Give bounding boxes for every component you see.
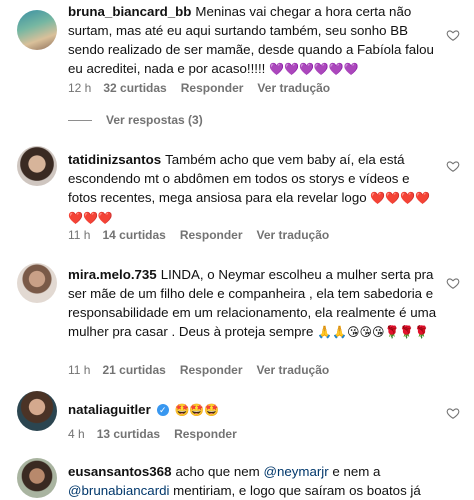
translate-button[interactable]: Ver tradução bbox=[257, 228, 330, 242]
verified-badge-icon: ✓ bbox=[156, 404, 169, 417]
reply-button[interactable]: Responder bbox=[174, 427, 237, 441]
comment-emojis: 🙏🙏😘😘😘🌹🌹🌹 bbox=[317, 325, 430, 339]
comment-username[interactable]: nataliaguitler bbox=[68, 402, 151, 417]
comment-text: mentiriam, e logo que saíram os boatos j… bbox=[173, 483, 421, 498]
comment-text: e nem a bbox=[332, 464, 381, 479]
comment-likes[interactable]: 21 curtidas bbox=[102, 363, 165, 377]
comment-username[interactable]: bruna_biancard_bb bbox=[68, 4, 191, 19]
comment-meta: 11 h 21 curtidas Responder Ver tradução bbox=[68, 363, 343, 377]
avatar[interactable] bbox=[17, 391, 57, 431]
avatar[interactable] bbox=[17, 146, 57, 186]
avatar[interactable] bbox=[17, 10, 57, 50]
like-heart-icon[interactable] bbox=[446, 28, 460, 42]
replies-divider bbox=[68, 120, 92, 122]
translate-button[interactable]: Ver tradução bbox=[257, 81, 330, 95]
comment-time: 11 h bbox=[68, 363, 91, 377]
comment-likes[interactable]: 32 curtidas bbox=[103, 81, 166, 95]
avatar[interactable] bbox=[17, 263, 57, 303]
comment-time: 12 h bbox=[68, 81, 92, 95]
comment-likes[interactable]: 13 curtidas bbox=[97, 427, 160, 441]
comment-emojis: 🤩🤩🤩 bbox=[174, 403, 220, 417]
comment-username[interactable]: tatidinizsantos bbox=[68, 152, 161, 167]
comment-emojis: 💜💜💜💜💜💜 bbox=[269, 62, 359, 76]
avatar[interactable] bbox=[17, 458, 57, 498]
mention-link[interactable]: @neymarjr bbox=[263, 464, 328, 479]
comment-meta: 12 h 32 curtidas Responder Ver tradução bbox=[68, 81, 344, 95]
view-replies-button[interactable]: Ver respostas (3) bbox=[68, 113, 203, 127]
comment-likes[interactable]: 14 curtidas bbox=[102, 228, 165, 242]
comment-time: 4 h bbox=[68, 427, 85, 441]
like-heart-icon[interactable] bbox=[446, 159, 460, 173]
view-replies-label: Ver respostas (3) bbox=[106, 113, 203, 127]
comment-username[interactable]: mira.melo.735 bbox=[68, 267, 157, 282]
reply-button[interactable]: Responder bbox=[180, 228, 243, 242]
comment-meta: 4 h 13 curtidas Responder bbox=[68, 427, 251, 441]
mention-link[interactable]: @brunabiancardi bbox=[68, 483, 169, 498]
translate-button[interactable]: Ver tradução bbox=[257, 363, 330, 377]
comment-text: acho que nem bbox=[175, 464, 260, 479]
comment-meta: 11 h 14 curtidas Responder Ver tradução bbox=[68, 228, 343, 242]
reply-button[interactable]: Responder bbox=[181, 81, 244, 95]
reply-button[interactable]: Responder bbox=[180, 363, 243, 377]
comment-time: 11 h bbox=[68, 228, 91, 242]
like-heart-icon[interactable] bbox=[446, 276, 460, 290]
comment-username[interactable]: eusansantos368 bbox=[68, 464, 171, 479]
like-heart-icon[interactable] bbox=[446, 406, 460, 420]
